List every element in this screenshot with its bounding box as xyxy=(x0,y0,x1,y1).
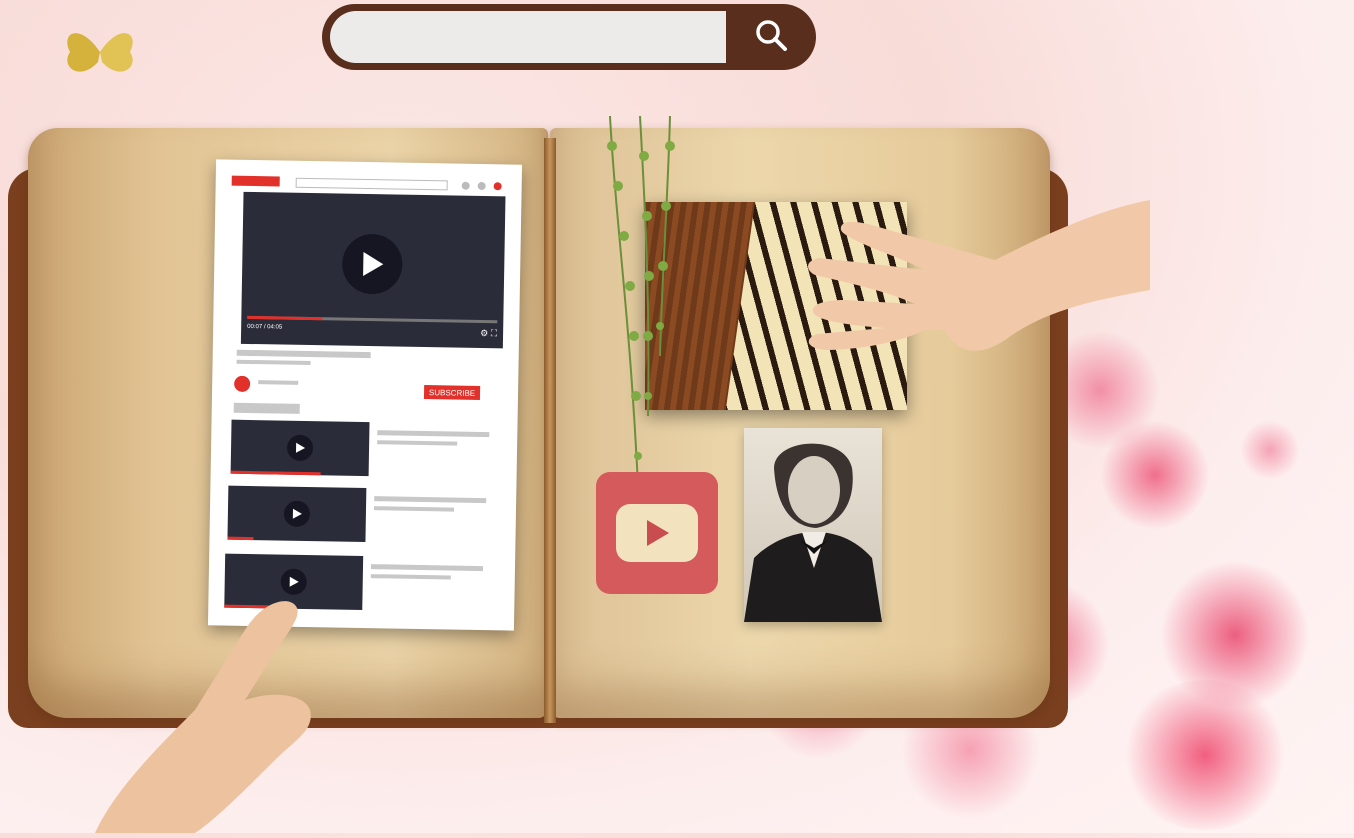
related-title-placeholder xyxy=(370,564,484,572)
video-meta-placeholder xyxy=(236,359,311,366)
play-icon xyxy=(286,434,314,462)
related-meta-placeholder xyxy=(377,440,458,446)
channel-avatar[interactable] xyxy=(234,375,251,392)
settings-icon[interactable]: ⚙ ⛶ xyxy=(480,328,497,340)
video-site-mockup: 00:07 / 04:05 ⚙ ⛶ SUBSCRIBE xyxy=(207,159,523,631)
video-title-placeholder xyxy=(236,349,371,359)
play-icon[interactable] xyxy=(341,233,403,295)
related-meta-placeholder xyxy=(373,506,455,512)
time-label: 00:07 / 04:05 xyxy=(247,323,283,331)
play-icon xyxy=(283,500,311,528)
hanging-plant xyxy=(590,115,700,496)
mock-icon xyxy=(461,181,470,190)
book-spine xyxy=(544,138,556,723)
search-button[interactable] xyxy=(726,4,816,70)
mock-avatar-icon xyxy=(493,182,502,191)
mock-search-field xyxy=(295,177,448,191)
hand-image xyxy=(805,200,1150,360)
video-player[interactable]: 00:07 / 04:05 ⚙ ⛶ xyxy=(240,191,506,349)
youtube-logo xyxy=(596,472,718,594)
video-progress[interactable] xyxy=(247,315,498,324)
hand-image xyxy=(95,590,325,833)
description-placeholder xyxy=(233,402,300,414)
player-controls: 00:07 / 04:05 ⚙ ⛶ xyxy=(247,324,497,340)
search-bar xyxy=(322,4,816,70)
related-meta-placeholder xyxy=(370,574,451,580)
channel-name-placeholder xyxy=(258,380,299,385)
related-title-placeholder xyxy=(377,430,490,438)
related-video-thumb[interactable] xyxy=(230,419,370,477)
subscribe-button[interactable]: SUBSCRIBE xyxy=(423,385,481,401)
related-video-thumb[interactable] xyxy=(227,485,367,543)
composer-portrait xyxy=(744,428,882,622)
butterfly-icon xyxy=(60,22,140,89)
search-icon xyxy=(753,17,789,58)
mock-icon xyxy=(477,181,486,191)
related-title-placeholder xyxy=(374,496,487,504)
site-logo xyxy=(231,175,280,187)
search-input[interactable] xyxy=(330,11,726,63)
